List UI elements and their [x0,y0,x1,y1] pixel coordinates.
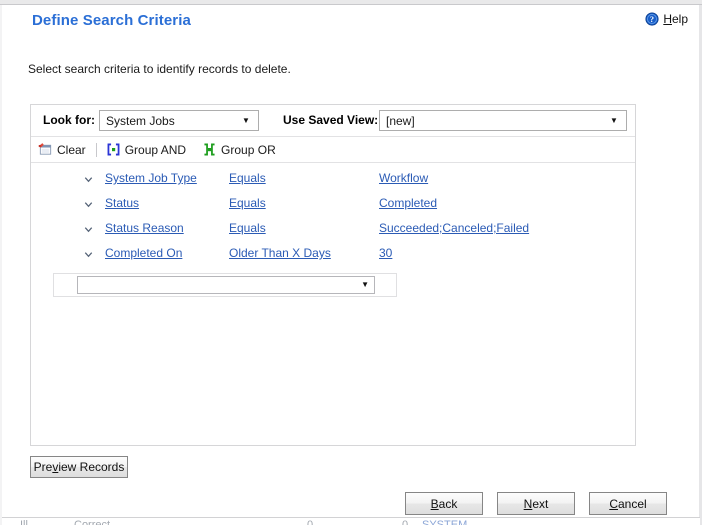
criteria-row: Status Equals Completed [31,192,635,217]
clipped-status-cell: 0 [307,519,314,525]
back-label: Back [430,496,458,511]
group-and-button-label: Group AND [124,142,187,157]
help-link[interactable]: ? Help [645,12,688,26]
criteria-rows: System Job Type Equals Workflow Status E… [31,163,635,299]
help-label-rest: elp [671,12,688,26]
criteria-field-link[interactable]: Completed On [77,246,237,260]
define-search-criteria-window: Define Search Criteria ? Help Select sea… [0,0,702,525]
criteria-operator-link[interactable]: Equals [229,196,266,210]
new-criteria-row: ▼ [31,273,635,299]
preview-records-label: Preview Records [33,460,125,474]
help-circle-icon: ? [645,12,659,26]
criteria-field-link[interactable]: System Job Type [77,171,237,185]
help-label: Help [663,12,688,26]
clipped-status-strip: Ill Correct 0 0 SYSTEM [2,517,700,525]
criteria-value-link[interactable]: Completed [379,196,437,210]
clear-button[interactable]: Clear [36,140,92,159]
criteria-row: System Job Type Equals Workflow [31,167,635,192]
next-button[interactable]: Next [497,492,575,515]
saved-view-selected-value: [new] [386,113,415,128]
clipped-status-cell: Correct [74,519,111,525]
criteria-operator-link[interactable]: Equals [229,221,266,235]
page-title: Define Search Criteria [32,12,191,29]
back-button[interactable]: Back [405,492,483,515]
window-left-edge [0,5,2,525]
toolbar-separator [95,142,97,157]
clipped-status-cell: Ill [20,519,28,525]
group-and-button[interactable]: Group AND [104,140,192,159]
clipped-status-row: Ill Correct 0 0 SYSTEM [2,519,700,525]
criteria-field-link[interactable]: Status [77,196,237,210]
window-top-chrome [0,0,702,5]
clipped-status-cell: 0 [402,519,409,525]
criteria-panel: Look for: System Jobs ▼ Use Saved View: … [30,104,636,446]
saved-view-dropdown[interactable]: [new] ▼ [379,110,627,131]
group-or-icon [204,143,215,156]
chevron-down-icon: ▼ [361,280,369,289]
criteria-toolbar: Clear Group AND Group OR [31,137,635,163]
lookfor-dropdown[interactable]: System Jobs ▼ [99,110,259,131]
group-or-button[interactable]: Group OR [200,140,282,159]
saved-view-label: Use Saved View: [283,113,379,127]
cancel-label: Cancel [609,496,647,511]
criteria-row: Completed On Older Than X Days 30 [31,242,635,267]
cancel-button[interactable]: Cancel [589,492,667,515]
chevron-down-icon: ▼ [610,115,618,125]
criteria-operator-link[interactable]: Equals [229,171,266,185]
lookfor-label: Look for: [43,113,95,127]
preview-records-button[interactable]: Preview Records [30,456,128,478]
new-criteria-field-dropdown[interactable]: ▼ [77,276,375,294]
criteria-value-link[interactable]: Workflow [379,171,428,185]
criteria-field-link[interactable]: Status Reason [77,221,237,235]
criteria-operator-link[interactable]: Older Than X Days [229,246,331,260]
intro-text: Select search criteria to identify recor… [28,62,291,76]
lookfor-selected-value: System Jobs [106,113,175,128]
group-or-button-label: Group OR [221,142,276,157]
clear-button-label: Clear [57,142,86,157]
lookfor-bar: Look for: System Jobs ▼ Use Saved View: … [31,105,635,137]
help-label-mnemonic: H [663,12,672,26]
group-and-icon [107,143,120,156]
clipped-status-cell: SYSTEM [422,519,468,525]
criteria-value-link[interactable]: 30 [379,246,392,260]
criteria-value-link[interactable]: Succeeded;Canceled;Failed [379,221,529,235]
chevron-down-icon: ▼ [242,115,250,125]
next-label: Next [523,496,549,511]
svg-text:?: ? [650,15,654,24]
clear-criteria-icon [38,143,52,155]
criteria-row: Status Reason Equals Succeeded;Canceled;… [31,217,635,242]
